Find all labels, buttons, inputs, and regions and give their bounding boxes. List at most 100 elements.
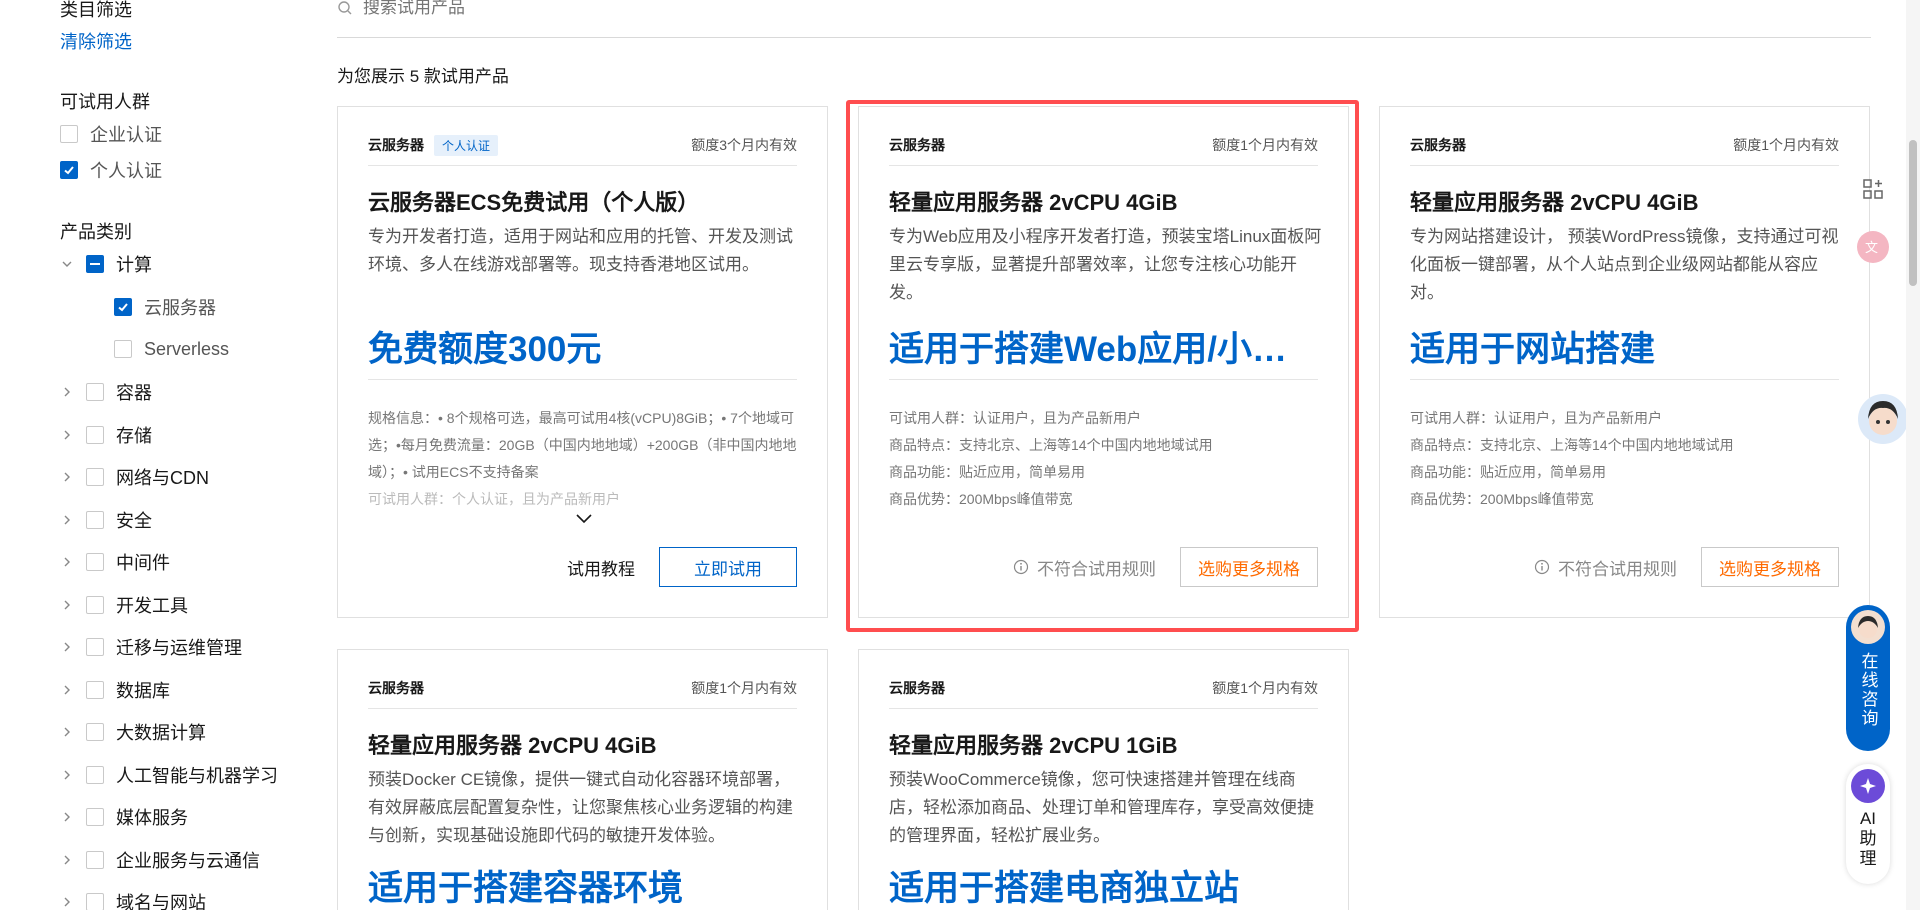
tutorial-link[interactable]: 试用教程 [567, 555, 635, 580]
card-description: 预装WooCommerce镜像，您可快速搭建并管理在线商店，轻松添加商品、处理订… [889, 770, 1314, 845]
checkbox[interactable] [86, 765, 104, 784]
category-label: 域名与网站 [116, 893, 206, 910]
assistant-avatar[interactable] [1856, 392, 1910, 446]
category-item[interactable]: 人工智能与机器学习 [60, 763, 278, 787]
chevron-right-icon[interactable] [60, 768, 74, 782]
category-item[interactable]: 网络与CDN [60, 465, 209, 489]
checkbox-checked[interactable] [114, 298, 132, 316]
category-item[interactable]: 企业服务与云通信 [60, 848, 260, 872]
checkbox[interactable] [86, 723, 104, 741]
audience-label: 企业认证 [90, 125, 162, 145]
chevron-right-icon[interactable] [60, 598, 74, 612]
card-headline: 适用于搭建电商独立站 [889, 869, 1240, 908]
checkbox[interactable] [86, 510, 104, 529]
scrollbar[interactable] [1906, 0, 1920, 910]
card-info: 规格信息：• 8个规格可选，最高可试用4核(vCPU)8GiB；• 7个地域可选… [368, 405, 801, 513]
chevron-right-icon[interactable] [60, 385, 74, 399]
buy-more-specs-button[interactable]: 选购更多规格 [1180, 547, 1318, 587]
chevron-right-icon[interactable] [60, 725, 74, 739]
category-item[interactable]: 媒体服务 [60, 805, 188, 829]
chevron-right-icon[interactable] [60, 810, 74, 824]
chevron-down-icon[interactable] [574, 511, 594, 525]
card-title: 轻量应用服务器 2vCPU 4GiB [889, 190, 1178, 215]
qrcode-icon[interactable] [1852, 168, 1894, 210]
chevron-right-icon[interactable] [60, 513, 74, 527]
checkbox[interactable] [60, 125, 78, 143]
checkbox[interactable] [86, 808, 104, 826]
chevron-right-icon[interactable] [60, 895, 74, 909]
category-label: 安全 [116, 510, 152, 531]
category-serverless[interactable]: Serverless [114, 337, 229, 361]
checkbox-checked[interactable] [60, 161, 78, 179]
info-line: 商品功能：贴近应用，简单易用 [889, 464, 1085, 480]
category-label: 迁移与运维管理 [116, 638, 242, 658]
category-item[interactable]: 数据库 [60, 678, 170, 702]
card-validity: 额度1个月内有效 [1733, 137, 1839, 153]
ineligible-notice: 不符合试用规则 [1534, 555, 1677, 580]
checkbox-partial[interactable] [86, 255, 104, 273]
checkbox[interactable] [86, 553, 104, 571]
category-item[interactable]: 开发工具 [60, 593, 188, 617]
category-label: Serverless [144, 338, 230, 359]
ai-assistant-button[interactable]: AI助理 [1846, 764, 1890, 884]
checkbox[interactable] [86, 680, 104, 699]
card-category: 云服务器 [368, 137, 424, 153]
search-input[interactable] [363, 0, 763, 18]
online-consult-button[interactable]: 在线咨询 [1846, 605, 1890, 751]
chevron-right-icon[interactable] [60, 428, 74, 442]
card-description: 专为Web应用及小程序开发者打造，预装宝塔Linux面板阿里云专享版，显著提升部… [889, 227, 1322, 302]
sparkle-icon [1851, 769, 1885, 803]
category-item[interactable]: 安全 [60, 508, 152, 532]
audience-enterprise[interactable]: 企业认证 [60, 122, 162, 146]
category-label: 媒体服务 [116, 808, 188, 828]
consultant-avatar [1851, 610, 1885, 644]
category-label: 企业服务与云通信 [116, 850, 260, 871]
divider [368, 165, 797, 166]
product-card: 云服务器 额度1个月内有效 轻量应用服务器 2vCPU 1GiB 预装WooCo… [858, 649, 1349, 910]
category-item[interactable]: 中间件 [60, 550, 170, 574]
checkbox[interactable] [86, 638, 104, 656]
card-title: 轻量应用服务器 2vCPU 1GiB [889, 733, 1178, 758]
try-now-button[interactable]: 立即试用 [659, 547, 797, 587]
info-icon [1013, 559, 1029, 575]
chevron-right-icon[interactable] [60, 555, 74, 569]
card-category: 云服务器 [889, 680, 945, 696]
chevron-right-icon[interactable] [60, 640, 74, 654]
product-card: 云服务器 个人认证 额度3个月内有效 云服务器ECS免费试用（个人版） 专为开发… [337, 106, 828, 618]
scroll-thumb[interactable] [1909, 140, 1917, 286]
category-item[interactable]: 大数据计算 [60, 720, 206, 744]
audience-info: 可试用人群：个人认证，且为产品新用户 [368, 491, 620, 507]
auth-badge: 个人认证 [434, 134, 499, 156]
category-item[interactable]: 迁移与运维管理 [60, 635, 242, 659]
category-item[interactable]: 存储 [60, 423, 152, 447]
category-item[interactable]: 容器 [60, 380, 152, 404]
checkbox[interactable] [86, 425, 104, 444]
chevron-right-icon[interactable] [60, 853, 74, 867]
ineligible-notice: 不符合试用规则 [1013, 555, 1156, 580]
divider [889, 379, 1318, 380]
checkbox[interactable] [86, 893, 104, 910]
category-item[interactable]: 域名与网站 [60, 890, 206, 910]
category-label: 大数据计算 [116, 723, 206, 743]
audience-label: 个人认证 [90, 161, 162, 181]
clear-filter-link[interactable]: 清除筛选 [60, 28, 132, 54]
buy-more-specs-button[interactable]: 选购更多规格 [1701, 547, 1839, 587]
checkbox[interactable] [114, 340, 132, 358]
product-card: 云服务器 额度1个月内有效 轻量应用服务器 2vCPU 4GiB 预装Docke… [337, 649, 828, 910]
card-headline: 适用于搭建容器环境 [368, 869, 684, 908]
search-icon [338, 0, 352, 14]
chevron-right-icon[interactable] [60, 683, 74, 697]
chevron-right-icon[interactable] [60, 470, 74, 484]
checkbox[interactable] [86, 468, 104, 486]
category-label: 人工智能与机器学习 [116, 765, 278, 786]
checkbox[interactable] [86, 850, 104, 869]
checkbox[interactable] [86, 383, 104, 401]
chevron-down-icon[interactable] [60, 257, 74, 271]
category-compute[interactable]: 计算 [60, 252, 152, 276]
category-ecs[interactable]: 云服务器 [114, 295, 216, 319]
translate-icon[interactable]: 文 [1852, 226, 1894, 268]
audience-personal[interactable]: 个人认证 [60, 158, 162, 182]
divider [368, 379, 797, 380]
checkbox[interactable] [86, 595, 104, 614]
product-card: 云服务器 额度1个月内有效 轻量应用服务器 2vCPU 4GiB 专为网站搭建设… [1379, 106, 1870, 618]
